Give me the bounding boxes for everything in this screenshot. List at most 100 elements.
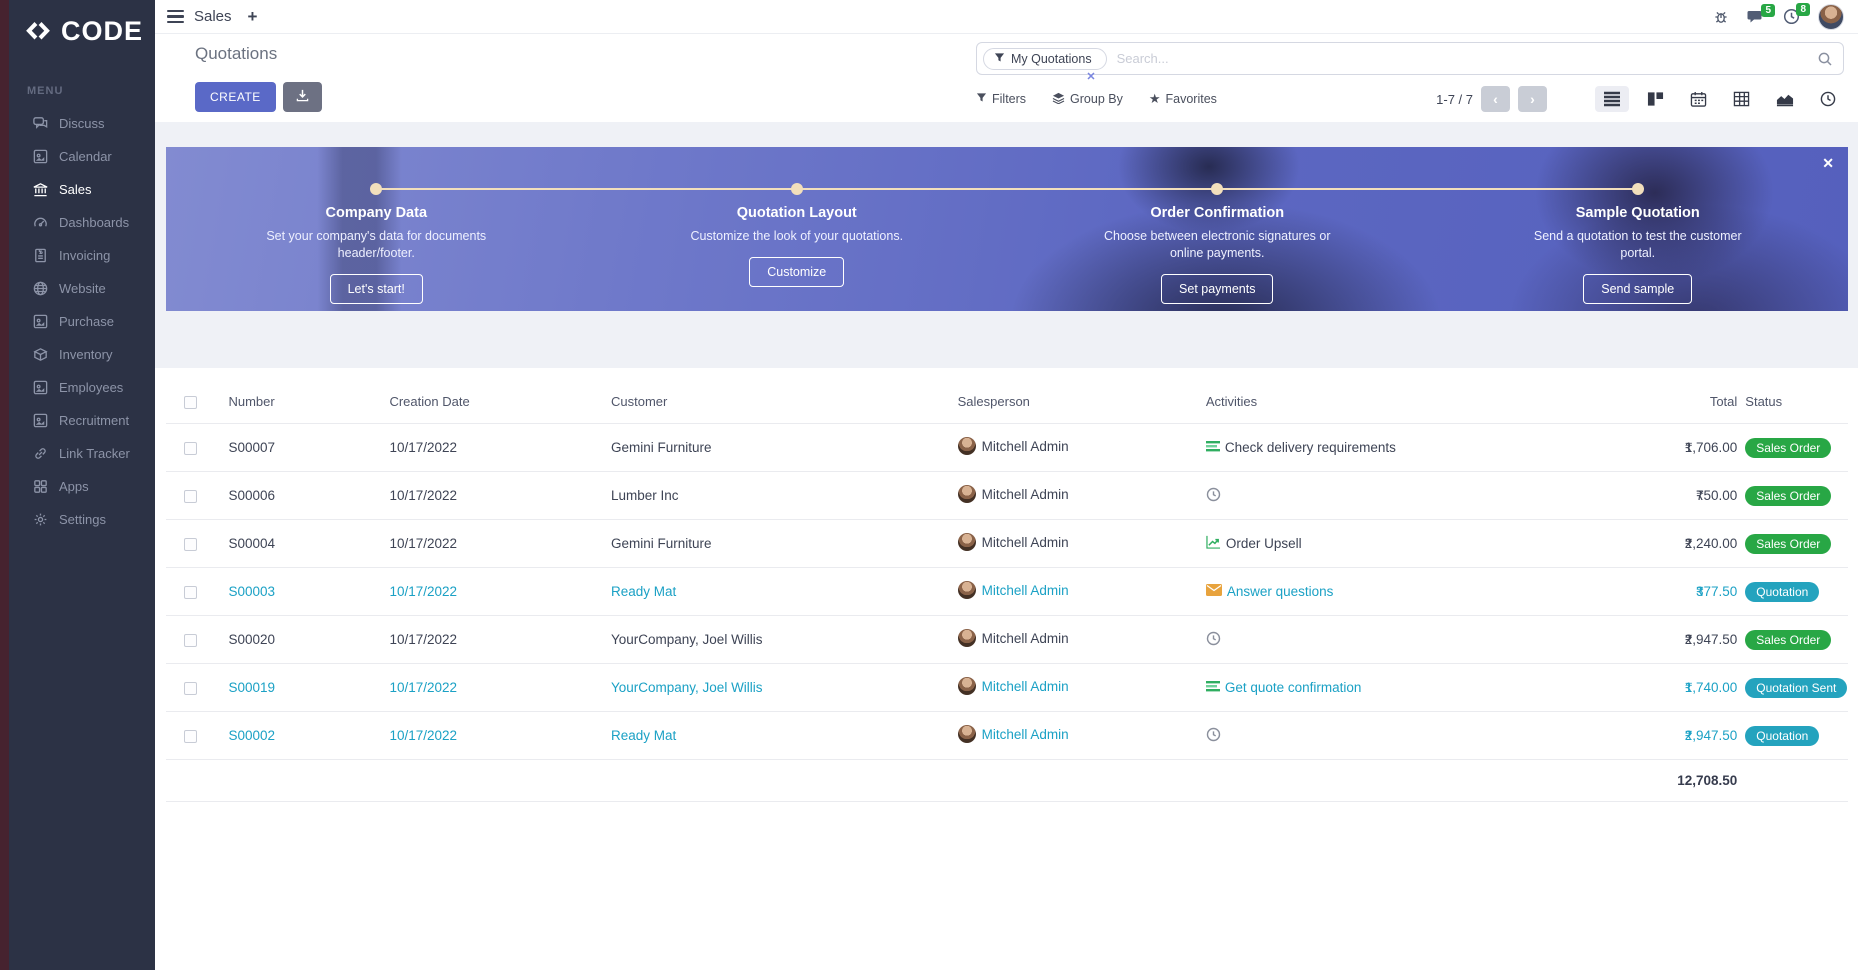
messages-icon[interactable]: 5 [1747, 9, 1765, 25]
row-checkbox[interactable] [184, 442, 197, 455]
sidebar-item-sales[interactable]: Sales [9, 173, 155, 206]
filters-menu[interactable]: Filters [976, 92, 1026, 106]
row-checkbox[interactable] [184, 586, 197, 599]
activity-cell[interactable]: Get quote confirmation [1206, 680, 1362, 696]
onboarding-step-company-data: Company Data Set your company's data for… [166, 147, 587, 311]
step-dot [370, 183, 382, 195]
activities-clock-icon[interactable]: 8 [1783, 8, 1800, 25]
onboarding-step-order-confirmation: Order Confirmation Choose between electr… [1007, 147, 1428, 311]
select-all-checkbox[interactable] [184, 396, 197, 409]
magnifier-icon[interactable] [1817, 51, 1833, 67]
brand-logo[interactable]: CODE [9, 0, 155, 77]
sidebar-item-dashboards[interactable]: Dashboards [9, 206, 155, 239]
row-checkbox[interactable] [184, 490, 197, 503]
table-row[interactable]: S00002 10/17/2022 Ready Mat Mitchell Adm… [166, 712, 1848, 760]
sidebar-item-recruitment[interactable]: Recruitment [9, 404, 155, 437]
sidebar-item-calendar[interactable]: Calendar [9, 140, 155, 173]
sidebar-item-employees[interactable]: Employees [9, 371, 155, 404]
calendar-view-button[interactable] [1682, 86, 1715, 112]
column-header-activities[interactable]: Activities [1202, 382, 1596, 424]
activity-cell[interactable]: Order Upsell [1206, 535, 1302, 552]
status-badge: Sales Order [1745, 486, 1831, 506]
column-header-number[interactable]: Number [224, 382, 385, 424]
quotations-table: Number Creation Date Customer Salesperso… [166, 382, 1848, 802]
inventory-icon [31, 346, 49, 364]
table-header-row: Number Creation Date Customer Salesperso… [166, 382, 1848, 424]
remove-facet-icon[interactable]: ✕ [1086, 70, 1095, 83]
set-payments-button[interactable]: Set payments [1161, 274, 1273, 304]
search-input[interactable]: Search... [1117, 51, 1817, 66]
app-window: CODE MENU Discuss Calendar Sales Dashboa… [0, 0, 1858, 970]
column-header-creation-date[interactable]: Creation Date [385, 382, 607, 424]
activity-cell[interactable] [1206, 631, 1221, 649]
sales-icon [31, 181, 49, 199]
kanban-view-button[interactable] [1639, 86, 1672, 112]
status-badge: Sales Order [1745, 534, 1831, 554]
salesperson-avatar [958, 437, 976, 455]
activity-cell[interactable]: Answer questions [1206, 584, 1334, 599]
tasks-icon [1206, 440, 1220, 456]
onboarding-step-sample-quotation: Sample Quotation Send a quotation to tes… [1428, 147, 1849, 311]
clock-icon [1206, 727, 1221, 745]
onboarding-banner: ✕ Company Data Set your company's data f… [166, 147, 1848, 311]
sidebar-item-settings[interactable]: Settings [9, 503, 155, 536]
table-row[interactable]: S00003 10/17/2022 Ready Mat Mitchell Adm… [166, 568, 1848, 616]
export-button[interactable] [283, 82, 322, 112]
calendar-icon [31, 148, 49, 166]
purchase-icon [31, 313, 49, 331]
user-avatar[interactable] [1818, 4, 1844, 30]
salesperson-avatar [958, 581, 976, 599]
pager-next-button[interactable]: › [1518, 86, 1547, 112]
column-header-customer[interactable]: Customer [607, 382, 954, 424]
table-row[interactable]: S00007 10/17/2022 Gemini Furniture Mitch… [166, 424, 1848, 472]
list-view-button[interactable] [1595, 86, 1629, 112]
sidebar-item-discuss[interactable]: Discuss [9, 107, 155, 140]
lets-start-button[interactable]: Let's start! [330, 274, 423, 304]
activity-cell[interactable]: Check delivery requirements [1206, 440, 1396, 456]
column-header-salesperson[interactable]: Salesperson [954, 382, 1202, 424]
sidebar-item-purchase[interactable]: Purchase [9, 305, 155, 338]
group-by-menu[interactable]: Group By [1052, 92, 1123, 107]
row-checkbox[interactable] [184, 682, 197, 695]
sidebar-item-website[interactable]: Website [9, 272, 155, 305]
line-chart-icon [1206, 535, 1221, 552]
row-checkbox[interactable] [184, 730, 197, 743]
customize-button[interactable]: Customize [749, 257, 844, 287]
pager-range: 1-7 / 7 [1436, 92, 1473, 107]
activity-cell[interactable] [1206, 727, 1221, 745]
graph-view-button[interactable] [1768, 86, 1802, 112]
send-sample-button[interactable]: Send sample [1583, 274, 1692, 304]
filter-funnel-icon [994, 52, 1005, 66]
onboarding-step-quotation-layout: Quotation Layout Customize the look of y… [587, 147, 1008, 311]
create-button[interactable]: CREATE [195, 82, 276, 112]
content-band: ✕ Company Data Set your company's data f… [155, 122, 1858, 368]
search-toolbar: Filters Group By ★ Favorites 1-7 / 7 ‹ › [976, 86, 1844, 112]
row-checkbox[interactable] [184, 538, 197, 551]
pager-previous-button[interactable]: ‹ [1481, 86, 1510, 112]
search-facet-my-quotations[interactable]: My Quotations ✕ [983, 48, 1107, 70]
activity-view-button[interactable] [1812, 86, 1844, 112]
envelope-icon [1206, 584, 1222, 599]
new-tab-button[interactable]: + [248, 7, 258, 27]
table-row[interactable]: S00006 10/17/2022 Lumber Inc Mitchell Ad… [166, 472, 1848, 520]
debug-bug-icon[interactable] [1713, 9, 1729, 25]
active-app-name[interactable]: Sales [194, 8, 232, 25]
table-row[interactable]: S00004 10/17/2022 Gemini Furniture Mitch… [166, 520, 1848, 568]
row-checkbox[interactable] [184, 634, 197, 647]
sidebar-item-invoicing[interactable]: Invoicing [9, 239, 155, 272]
activity-cell[interactable] [1206, 487, 1221, 505]
sidebar-item-apps[interactable]: Apps [9, 470, 155, 503]
favorites-menu[interactable]: ★ Favorites [1149, 91, 1217, 107]
column-header-status[interactable]: Status [1741, 382, 1848, 424]
sidebar-item-inventory[interactable]: Inventory [9, 338, 155, 371]
search-bar[interactable]: My Quotations ✕ Search... [976, 42, 1844, 75]
sidebar-item-link-tracker[interactable]: Link Tracker [9, 437, 155, 470]
menu-toggle-icon[interactable] [167, 10, 184, 23]
column-header-total[interactable]: Total [1596, 382, 1742, 424]
step-dot [1632, 183, 1644, 195]
top-navbar: Sales + 5 8 [155, 0, 1858, 34]
table-row[interactable]: S00019 10/17/2022 YourCompany, Joel Will… [166, 664, 1848, 712]
brand-logo-icon [23, 19, 53, 45]
table-row[interactable]: S00020 10/17/2022 YourCompany, Joel Will… [166, 616, 1848, 664]
pivot-view-button[interactable] [1725, 86, 1758, 112]
